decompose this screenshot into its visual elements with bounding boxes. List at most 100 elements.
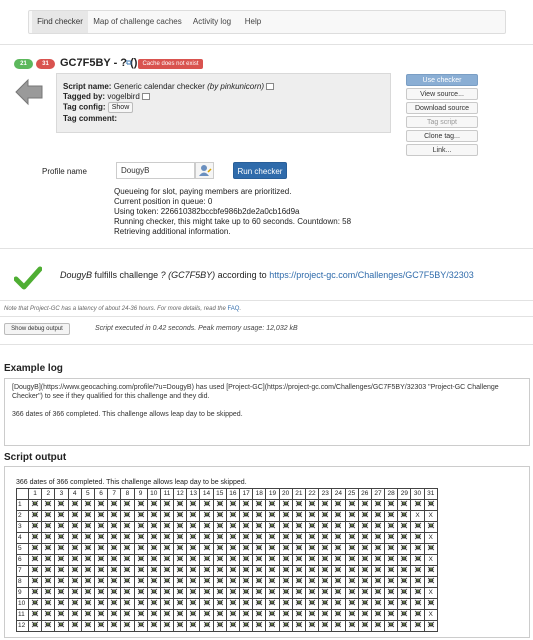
travel-bug-icon bbox=[361, 511, 369, 517]
travel-bug-icon bbox=[361, 610, 369, 616]
date-found-cell bbox=[318, 520, 333, 533]
travel-bug-icon bbox=[348, 500, 355, 506]
travel-bug-icon bbox=[71, 522, 78, 528]
select-user-button[interactable] bbox=[195, 162, 214, 179]
date-found-cell bbox=[54, 553, 69, 566]
date-found-cell bbox=[80, 597, 95, 610]
travel-bug-icon bbox=[414, 577, 421, 583]
view-source-button[interactable]: View source... bbox=[406, 88, 478, 100]
download-source-button[interactable]: Download source bbox=[406, 102, 478, 114]
travel-bug-icon bbox=[124, 555, 131, 561]
travel-bug-icon bbox=[256, 555, 263, 561]
external-link-icon[interactable]: ⧉ bbox=[126, 59, 134, 67]
challenge-link[interactable]: https://project-gc.com/Challenges/GC7F5B… bbox=[269, 270, 474, 280]
travel-bug-icon bbox=[110, 555, 118, 561]
travel-bug-icon bbox=[216, 555, 223, 561]
date-found-cell bbox=[238, 509, 254, 522]
travel-bug-icon bbox=[97, 544, 105, 550]
date-found-cell bbox=[384, 498, 399, 511]
travel-bug-icon bbox=[387, 621, 395, 627]
date-found-cell bbox=[225, 619, 241, 632]
tab-help[interactable]: Help bbox=[239, 11, 267, 33]
use-checker-button[interactable]: Use checker bbox=[406, 74, 478, 86]
date-found-cell bbox=[238, 498, 254, 511]
example-log-textarea[interactable]: [DougyB](https://www.geocaching.com/prof… bbox=[4, 378, 530, 446]
date-found-cell bbox=[278, 531, 293, 544]
calendar-month-row: 3 bbox=[16, 520, 438, 533]
travel-bug-icon bbox=[229, 533, 237, 539]
travel-bug-icon bbox=[71, 577, 78, 583]
day-header: 9 bbox=[133, 488, 148, 500]
date-found-cell bbox=[186, 575, 201, 588]
tab-map-of-challenge-caches[interactable]: Map of challenge caches bbox=[91, 11, 184, 33]
date-found-cell bbox=[265, 531, 280, 544]
date-found-cell bbox=[27, 586, 43, 599]
date-found-cell bbox=[67, 531, 82, 544]
tag-script-button[interactable]: Tag script bbox=[406, 116, 478, 128]
travel-bug-icon bbox=[414, 500, 421, 506]
date-found-cell bbox=[278, 586, 293, 599]
show-tag-config-button[interactable]: Show bbox=[107, 102, 134, 113]
date-found-cell bbox=[265, 575, 280, 588]
date-found-cell bbox=[278, 575, 293, 588]
date-found-cell bbox=[278, 597, 293, 610]
link-button[interactable]: Link... bbox=[406, 144, 478, 156]
date-found-cell bbox=[304, 520, 320, 533]
date-found-cell bbox=[41, 542, 56, 555]
travel-bug-icon bbox=[335, 610, 342, 616]
run-checker-button[interactable]: Run checker bbox=[233, 162, 287, 179]
travel-bug-icon bbox=[387, 566, 395, 572]
date-found-cell bbox=[238, 586, 254, 599]
back-arrow-icon[interactable] bbox=[14, 78, 44, 106]
date-found-cell bbox=[357, 586, 372, 599]
travel-bug-icon bbox=[150, 577, 158, 583]
tab-activity-log[interactable]: Activity log bbox=[187, 11, 237, 33]
travel-bug-icon bbox=[163, 566, 171, 572]
travel-bug-icon bbox=[203, 599, 210, 605]
faq-link[interactable]: FAQ bbox=[227, 306, 239, 312]
tab-find-checker[interactable]: Find checker bbox=[32, 11, 88, 33]
travel-bug-icon bbox=[282, 522, 289, 528]
date-found-cell bbox=[146, 619, 161, 632]
date-invalid-cell: X bbox=[410, 509, 425, 522]
travel-bug-icon bbox=[216, 621, 223, 627]
date-found-cell bbox=[159, 520, 175, 533]
date-found-cell bbox=[318, 586, 333, 599]
profile-name-input[interactable]: DougyB bbox=[116, 162, 195, 179]
travel-bug-icon bbox=[321, 621, 329, 627]
comment-icon[interactable] bbox=[142, 93, 151, 101]
travel-bug-icon bbox=[256, 544, 263, 550]
travel-bug-icon bbox=[150, 599, 158, 605]
travel-bug-icon bbox=[229, 577, 237, 583]
travel-bug-icon bbox=[163, 599, 171, 605]
date-found-cell bbox=[423, 619, 438, 632]
travel-bug-icon bbox=[176, 599, 184, 605]
date-found-cell bbox=[107, 575, 122, 588]
travel-bug-icon bbox=[150, 588, 158, 594]
travel-bug-icon bbox=[31, 566, 39, 572]
travel-bug-icon bbox=[348, 610, 355, 616]
travel-bug-icon bbox=[427, 500, 434, 506]
travel-bug-icon bbox=[335, 511, 342, 517]
date-found-cell bbox=[318, 608, 333, 621]
clone-tag-button[interactable]: Clone tag... bbox=[406, 130, 478, 142]
date-found-cell bbox=[423, 520, 438, 533]
travel-bug-icon bbox=[137, 500, 144, 506]
date-found-cell bbox=[397, 586, 412, 599]
date-found-cell bbox=[331, 542, 346, 555]
travel-bug-icon bbox=[176, 533, 184, 539]
travel-bug-icon bbox=[110, 533, 118, 539]
travel-bug-icon bbox=[150, 621, 158, 627]
travel-bug-icon bbox=[45, 511, 52, 517]
travel-bug-icon bbox=[308, 533, 316, 539]
travel-bug-icon bbox=[374, 577, 382, 583]
date-found-cell bbox=[146, 575, 161, 588]
calendar-month-row: 5 bbox=[16, 542, 438, 555]
travel-bug-icon bbox=[163, 500, 171, 506]
travel-bug-icon bbox=[308, 544, 316, 550]
show-debug-output-button[interactable]: Show debug output bbox=[4, 323, 70, 335]
date-found-cell bbox=[173, 575, 188, 588]
date-found-cell bbox=[41, 520, 56, 533]
comment-icon[interactable] bbox=[266, 83, 275, 91]
travel-bug-icon bbox=[45, 599, 52, 605]
